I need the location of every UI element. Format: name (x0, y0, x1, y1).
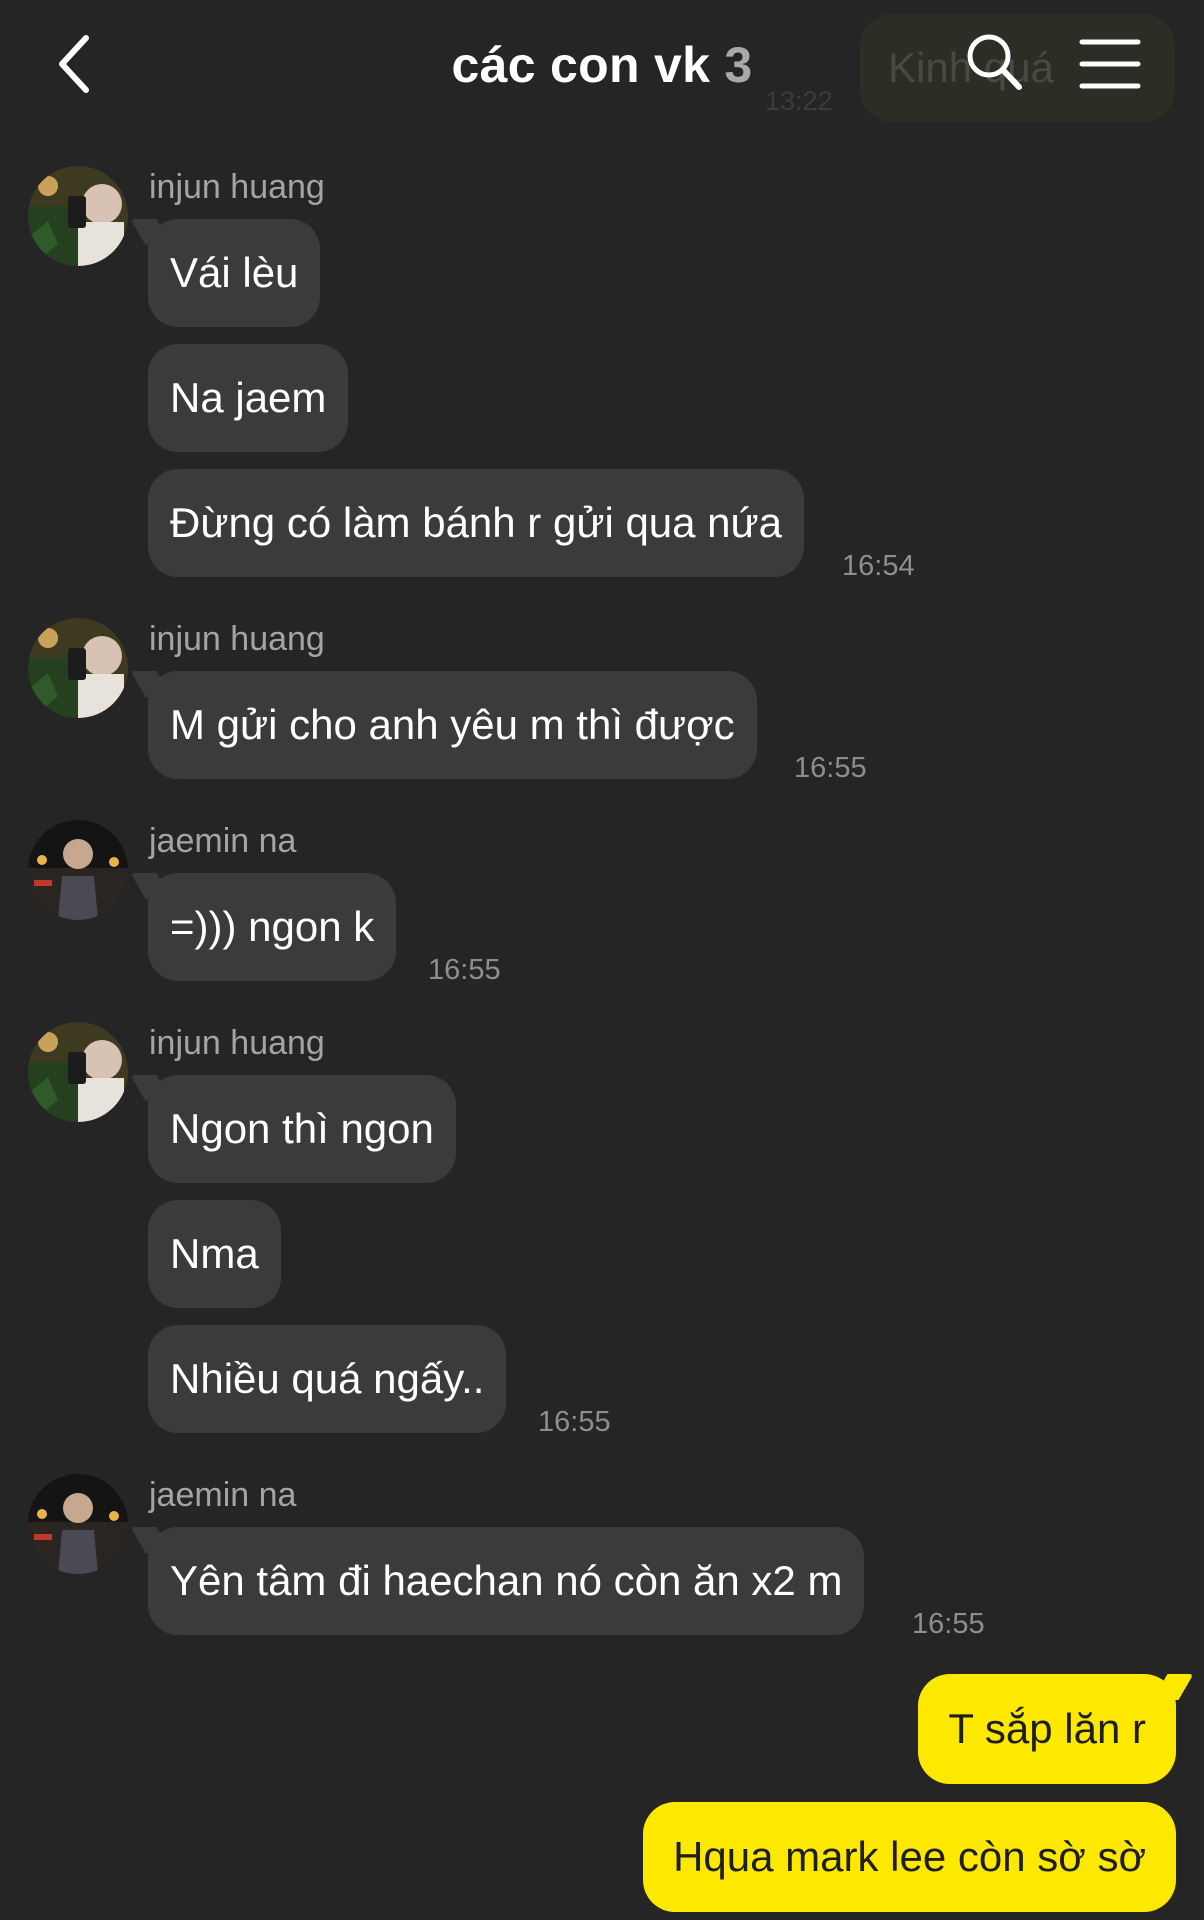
message-time: 16:55 (428, 954, 501, 986)
message-bubble[interactable]: Na jaem (148, 344, 349, 452)
chat-header: Kinh quá 13:22 các con vk 3 (0, 0, 1204, 130)
message-bubble[interactable]: Yên tâm đi haechan nó còn ăn x2 m (148, 1527, 865, 1635)
message-bubble[interactable]: =))) ngon k (148, 873, 397, 981)
message-time: 16:55 (538, 1406, 611, 1438)
sent-message-bubble[interactable]: Hqua mark lee còn sờ sờ (643, 1802, 1176, 1912)
menu-icon[interactable] (1078, 36, 1142, 92)
sender-name: jaemin na (149, 1476, 297, 1514)
avatar-jaemin-na[interactable] (28, 820, 128, 920)
sender-name: jaemin na (149, 822, 297, 860)
message-bubble[interactable]: M gửi cho anh yêu m thì được (148, 671, 757, 779)
message-bubble[interactable]: Nma (148, 1200, 281, 1308)
member-count: 3 (724, 37, 753, 93)
avatar-injun-huang[interactable] (28, 618, 128, 718)
message-bubble[interactable]: Vái lèu (148, 219, 321, 327)
avatar-injun-huang[interactable] (28, 1022, 128, 1122)
message-time: 16:55 (912, 1608, 985, 1640)
message-bubble[interactable]: Đừng có làm bánh r gửi qua nứa (148, 469, 805, 577)
sender-name: injun huang (149, 1024, 325, 1062)
message-time: 16:55 (794, 752, 867, 784)
message-bubble[interactable]: Ngon thì ngon (148, 1075, 456, 1183)
sender-name: injun huang (149, 620, 325, 658)
avatar-injun-huang[interactable] (28, 166, 128, 266)
group-name: các con vk (451, 37, 711, 93)
sent-message-bubble[interactable]: T sắp lăn r (918, 1674, 1176, 1784)
search-icon[interactable] (962, 30, 1026, 94)
sender-name: injun huang (149, 168, 325, 206)
avatar-jaemin-na[interactable] (28, 1474, 128, 1574)
message-time: 16:54 (842, 550, 915, 582)
message-bubble[interactable]: Nhiều quá ngấy.. (148, 1325, 507, 1433)
